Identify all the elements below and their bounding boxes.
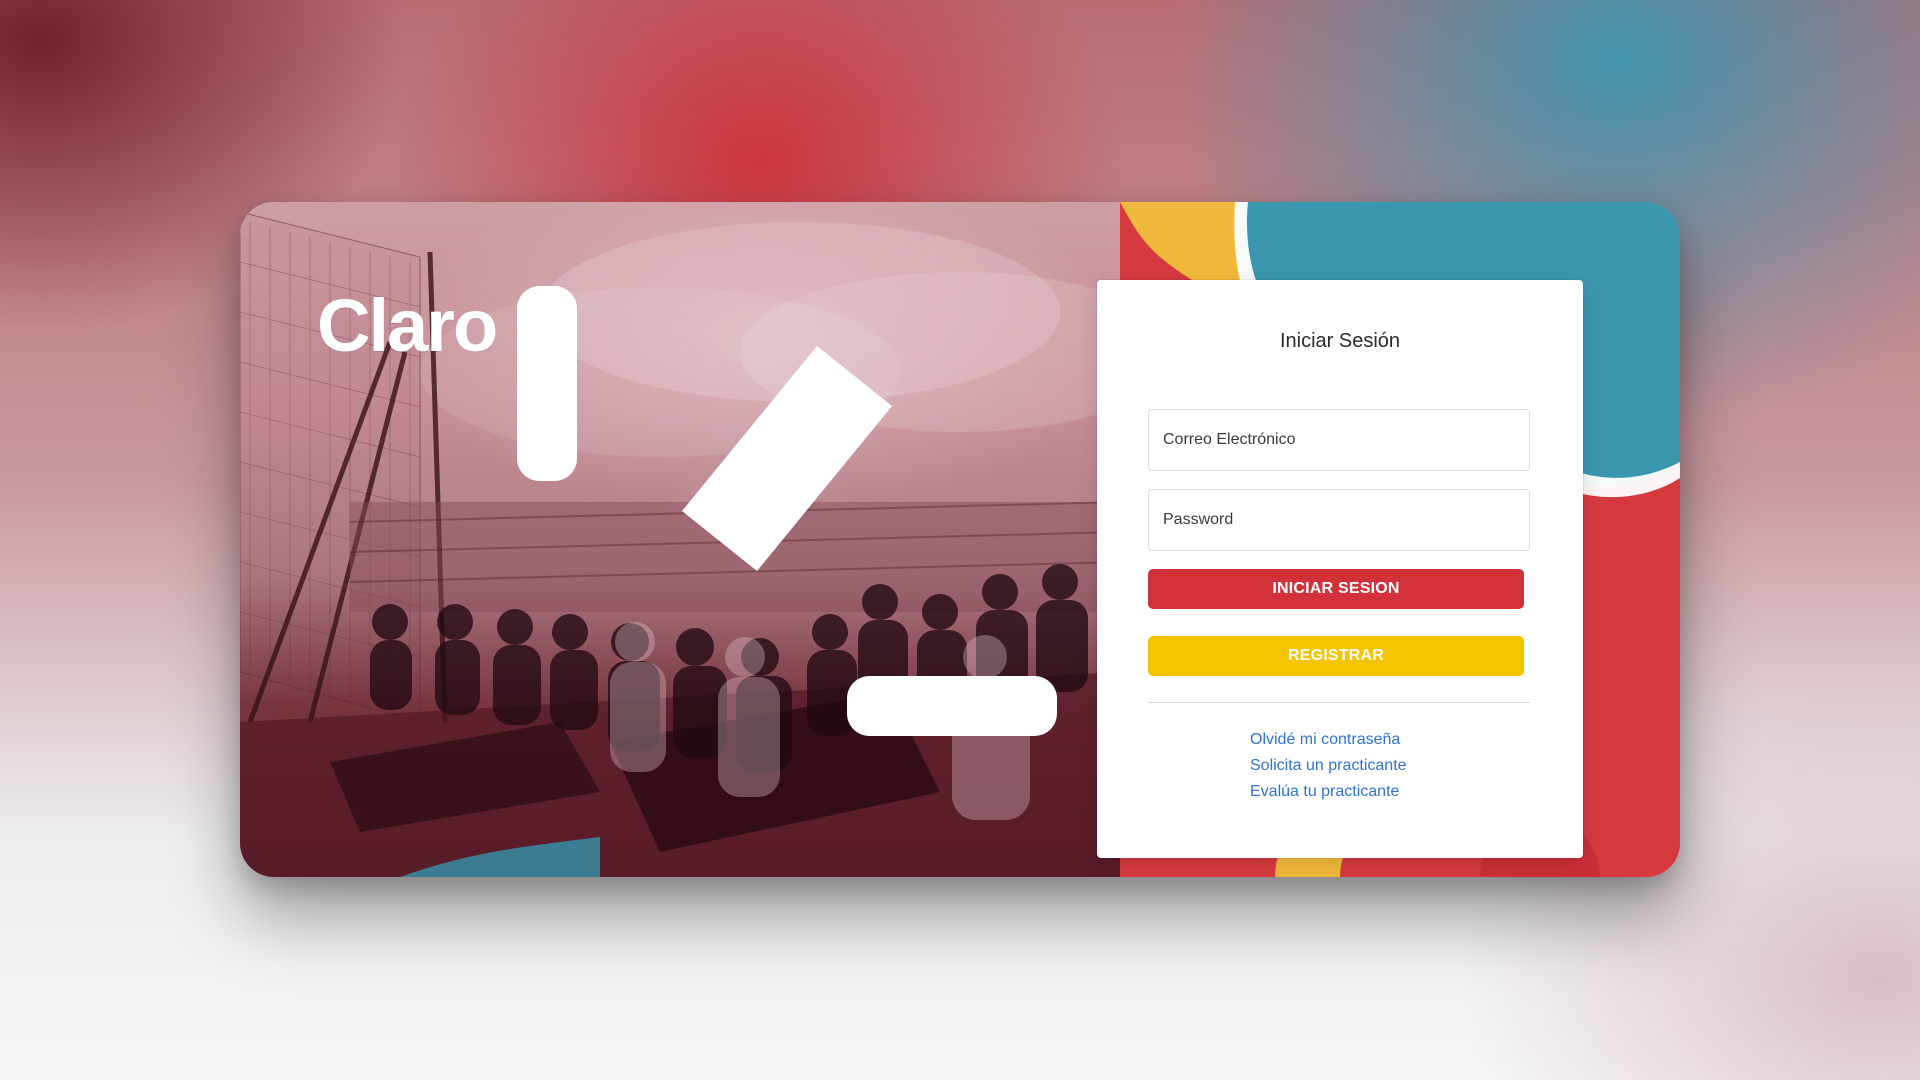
logo-mark-icon <box>517 286 1057 736</box>
login-card: Claro Iniciar Sesión Correo Electrónico … <box>240 202 1680 877</box>
hero-photo: Claro <box>240 202 1120 877</box>
login-button[interactable]: INICIAR SESION <box>1148 569 1524 609</box>
help-links: Olvidé mi contraseña Solicita un practic… <box>1250 729 1510 802</box>
evaluate-intern-link[interactable]: Evalúa tu practicante <box>1250 781 1510 802</box>
login-panel: Iniciar Sesión INICIAR SESION REGISTRAR … <box>1097 280 1583 858</box>
password-input[interactable] <box>1148 489 1530 551</box>
forgot-password-link[interactable]: Olvidé mi contraseña <box>1250 729 1510 750</box>
login-title: Iniciar Sesión <box>1279 330 1401 352</box>
claro-logo: Claro <box>317 271 1057 736</box>
email-input[interactable] <box>1148 409 1530 471</box>
request-intern-link[interactable]: Solicita un practicante <box>1250 755 1510 776</box>
divider <box>1148 702 1530 703</box>
register-button[interactable]: REGISTRAR <box>1148 636 1524 676</box>
